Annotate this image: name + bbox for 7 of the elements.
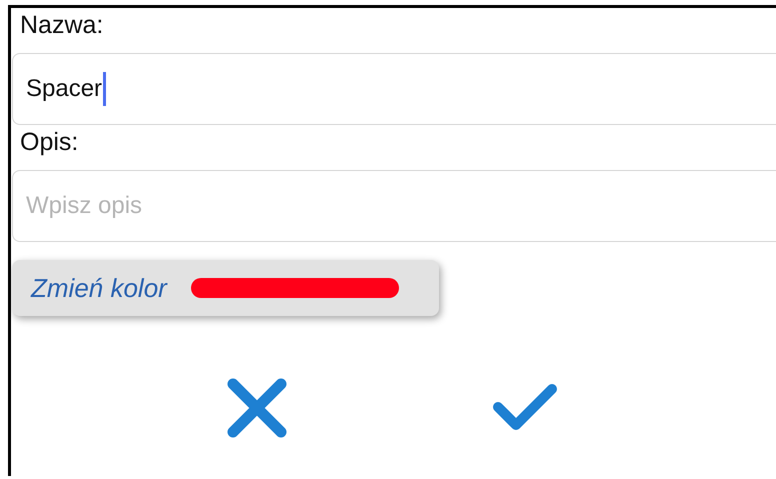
checkmark-icon[interactable]	[492, 383, 558, 433]
close-icon[interactable]	[227, 378, 287, 438]
field-label: Opis:	[20, 128, 80, 158]
name-input-field[interactable]: Spacer	[12, 53, 776, 125]
description-input-field[interactable]: Wpisz opis	[12, 170, 776, 242]
field-label: Nazwa:	[20, 11, 104, 41]
change-color-button[interactable]: Zmień kolor	[12, 260, 439, 316]
